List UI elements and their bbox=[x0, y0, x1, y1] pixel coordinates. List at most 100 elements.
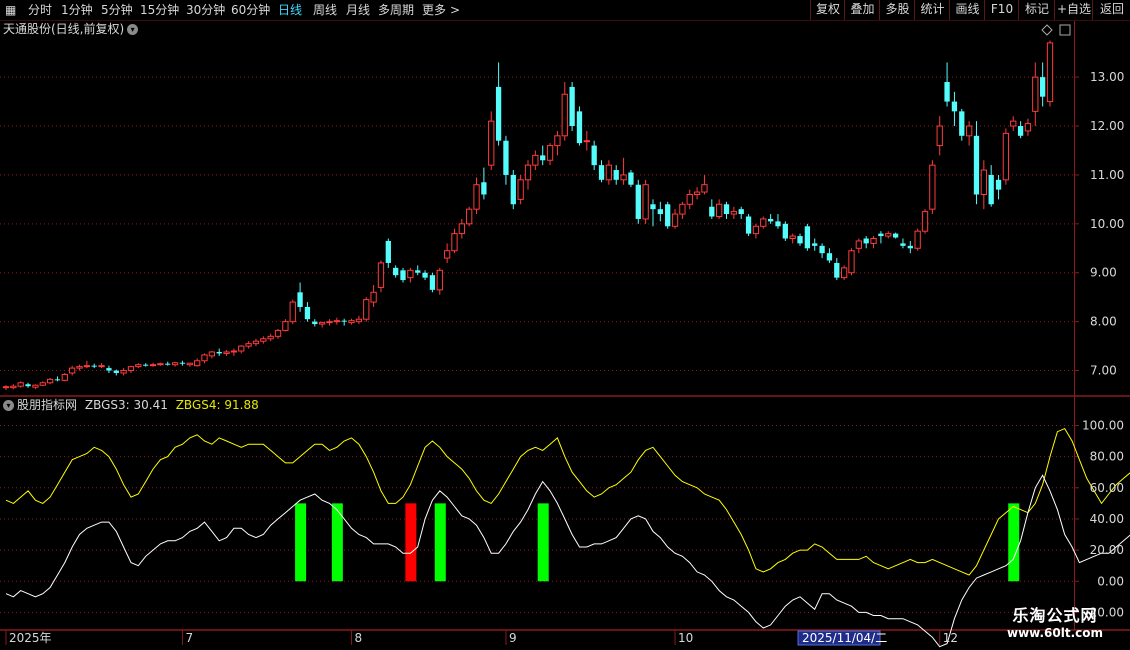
toolbar-button-4[interactable]: 画线 bbox=[949, 0, 985, 20]
candle-body-up bbox=[443, 250, 451, 259]
candle-body-down bbox=[709, 206, 715, 217]
candle-body-up bbox=[752, 225, 760, 235]
candle-body-up bbox=[1010, 120, 1017, 127]
candle-body-up bbox=[451, 233, 458, 252]
candle-body-down bbox=[723, 204, 730, 215]
indicator-title-bar: ▾ 股朋指标网 ZBGS3: 30.41 ZBGS4: 91.88 bbox=[3, 397, 259, 413]
candle-body-down bbox=[591, 145, 597, 166]
zbgs4-value: 91.88 bbox=[224, 398, 259, 412]
candle-body-down bbox=[304, 306, 311, 320]
indicator-axis-label: 100.00 bbox=[1082, 418, 1124, 432]
candle-body-up bbox=[914, 230, 921, 249]
candle-body-down bbox=[1040, 77, 1046, 97]
signal-bar-green bbox=[1008, 503, 1020, 582]
candle-body-down bbox=[429, 275, 436, 290]
chevron-down-icon[interactable]: ▾ bbox=[3, 400, 14, 411]
candle-body-up bbox=[436, 269, 443, 291]
signal-bar-green bbox=[295, 503, 307, 582]
candle-body-up bbox=[326, 321, 333, 324]
period-tab-10[interactable]: 更多 bbox=[422, 1, 446, 19]
candle-body-up bbox=[1032, 76, 1039, 112]
candle-body-down bbox=[179, 362, 186, 364]
candle-body-up bbox=[76, 366, 83, 369]
candle-body-up bbox=[201, 354, 208, 362]
candle-body-down bbox=[863, 238, 869, 244]
candle-body-down bbox=[143, 364, 149, 366]
candle-body-up bbox=[1002, 132, 1010, 181]
candle-body-down bbox=[598, 165, 605, 180]
candle-body-up bbox=[1046, 42, 1054, 103]
cursor-date-label: 2025/11/04/二 bbox=[802, 631, 887, 645]
period-tab-8[interactable]: 月线 bbox=[346, 1, 370, 19]
kline-chart-canvas[interactable]: 13.0012.0011.0010.009.008.007.00100.0080… bbox=[0, 0, 1130, 650]
candle-body-up bbox=[716, 203, 723, 217]
time-axis-label: 7 bbox=[185, 631, 193, 645]
candle-body-up bbox=[267, 335, 274, 340]
period-tab-2[interactable]: 5分钟 bbox=[101, 1, 133, 19]
main-chart-title: 天通股份(日线,前复权) ▾ bbox=[3, 21, 139, 37]
candle-body-down bbox=[91, 365, 97, 367]
candle-body-up bbox=[546, 145, 554, 161]
price-axis-label: 8.00 bbox=[1090, 315, 1117, 329]
candle-body-down bbox=[988, 174, 994, 205]
period-tab-5[interactable]: 60分钟 bbox=[231, 1, 270, 19]
time-axis-label: 8 bbox=[355, 631, 363, 645]
candle-body-up bbox=[2, 386, 10, 389]
candle-body-up bbox=[171, 362, 179, 366]
candle-body-down bbox=[745, 216, 752, 234]
candle-body-down bbox=[385, 240, 391, 263]
toolbar-button-6[interactable]: 标记 bbox=[1018, 0, 1055, 20]
candle-body-up bbox=[194, 360, 201, 367]
toolbar-button-0[interactable]: 复权 bbox=[810, 0, 845, 20]
more-arrow-icon[interactable]: > bbox=[450, 1, 460, 19]
toolbar-button-3[interactable]: 统计 bbox=[914, 0, 950, 20]
period-toolbar: 分时 1分钟 5分钟 15分钟 30分钟 60分钟 日线 周线 月线 多周期 更多 > ▦ 复权 叠加 多股统… bbox=[0, 0, 1130, 21]
chevron-down-icon[interactable]: ▾ bbox=[127, 24, 139, 35]
menu-grid-icon[interactable]: ▦ bbox=[5, 1, 16, 19]
candle-body-down bbox=[415, 270, 421, 273]
candle-body-up bbox=[605, 164, 613, 181]
candle-body-up bbox=[1024, 123, 1032, 132]
candle-body-down bbox=[106, 368, 112, 371]
candle-body-down bbox=[216, 351, 222, 354]
candle-body-up bbox=[885, 233, 892, 237]
candle-body-down bbox=[819, 245, 825, 254]
toolbar-button-2[interactable]: 多股 bbox=[879, 0, 915, 20]
candle-body-down bbox=[797, 236, 803, 244]
candle-body-up bbox=[936, 125, 943, 147]
candle-body-up bbox=[840, 267, 848, 279]
period-tab-9[interactable]: 多周期 bbox=[378, 1, 414, 19]
candle-body-up bbox=[980, 169, 987, 195]
candle-body-up bbox=[554, 135, 561, 147]
candle-body-up bbox=[61, 373, 68, 381]
candle-body-up bbox=[760, 218, 767, 227]
candle-body-down bbox=[628, 172, 634, 185]
period-tab-1[interactable]: 1分钟 bbox=[61, 1, 93, 19]
period-tab-4[interactable]: 30分钟 bbox=[186, 1, 225, 19]
candle-body-down bbox=[312, 321, 318, 325]
candlestick-series bbox=[2, 40, 1054, 391]
candle-body-down bbox=[25, 384, 31, 387]
candle-body-up bbox=[370, 291, 377, 303]
period-tab-7[interactable]: 周线 bbox=[313, 1, 337, 19]
period-tab-6[interactable]: 日线 bbox=[278, 1, 302, 19]
candle-body-up bbox=[208, 351, 216, 357]
toolbar-button-5[interactable]: F10 bbox=[984, 0, 1019, 20]
period-tab-3[interactable]: 15分钟 bbox=[140, 1, 179, 19]
period-tab-0[interactable]: 分时 bbox=[28, 1, 52, 19]
candle-body-up bbox=[730, 211, 738, 215]
toolbar-button-8[interactable]: 返回 bbox=[1092, 0, 1130, 20]
time-axis-label: 12 bbox=[943, 631, 958, 645]
candle-body-up bbox=[318, 322, 326, 325]
candle-body-down bbox=[422, 272, 428, 278]
indicator-name: 股朋指标网 bbox=[17, 398, 78, 412]
candle-body-down bbox=[1017, 126, 1024, 136]
toolbar-button-7[interactable]: +自选 bbox=[1054, 0, 1093, 20]
toolbar-button-1[interactable]: 叠加 bbox=[844, 0, 880, 20]
candle-body-down bbox=[738, 209, 744, 215]
candle-body-up bbox=[855, 240, 862, 249]
candle-body-up bbox=[473, 184, 480, 210]
candle-body-up bbox=[39, 382, 46, 386]
candle-body-up bbox=[289, 301, 296, 323]
indicator-axis-label: 0.00 bbox=[1097, 574, 1124, 588]
